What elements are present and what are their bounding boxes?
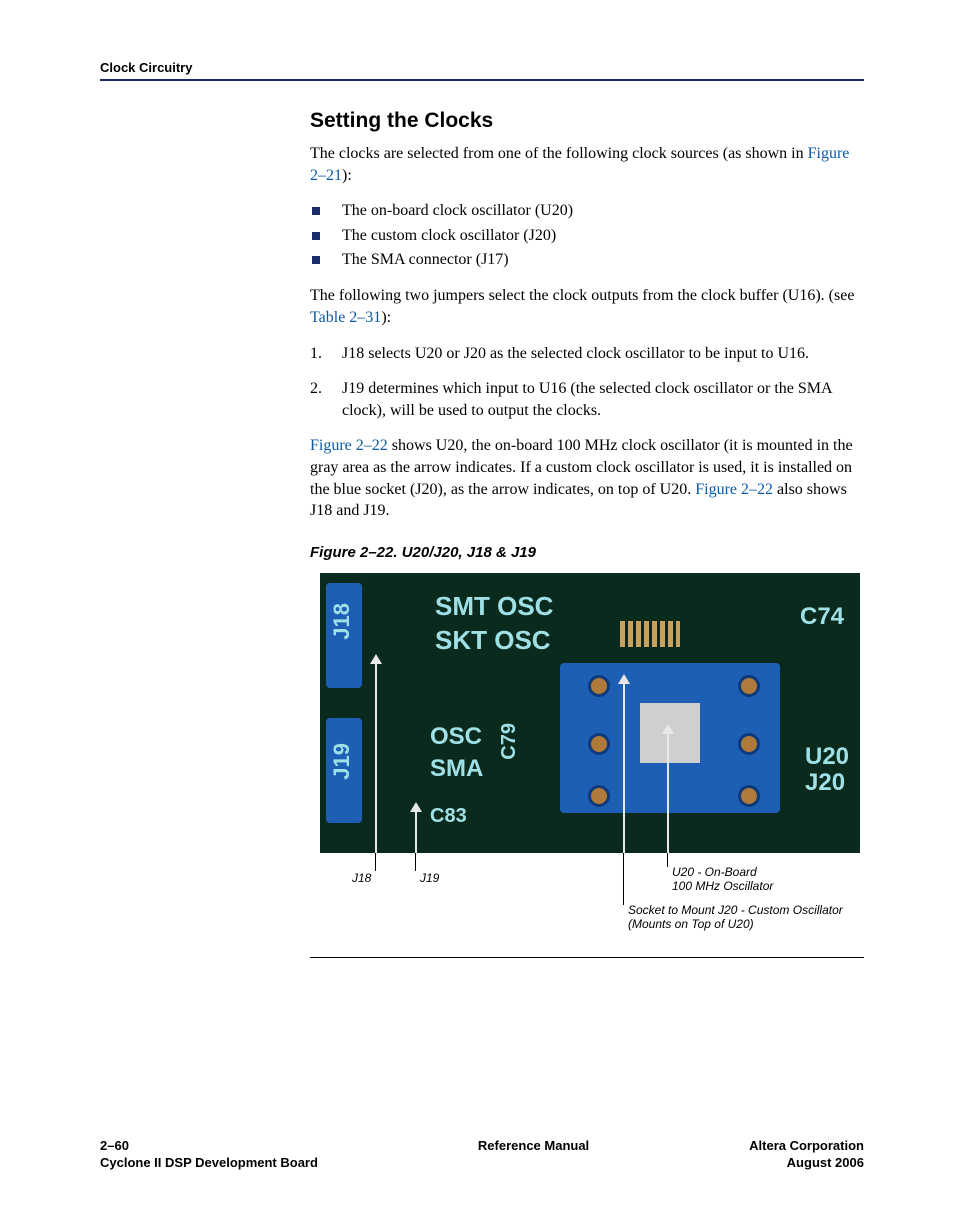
link-figure-2-22-b[interactable]: Figure 2–22 [695, 481, 773, 498]
silk-c83: C83 [430, 805, 467, 828]
silk-j20: J20 [805, 769, 845, 797]
figure-callouts: J18 J19 U20 - On-Board 100 MHz Oscillato… [320, 853, 860, 943]
silk-c79: C79 [498, 723, 521, 760]
pin-row [620, 621, 680, 647]
main-content: Setting the Clocks The clocks are select… [310, 109, 864, 958]
figure-2-22: J18 J19 SMT OSC SKT OSC OSC SMA C79 C83 … [310, 573, 864, 958]
clock-sources-list: The on-board clock oscillator (U20) The … [310, 200, 864, 271]
board-photo: J18 J19 SMT OSC SKT OSC OSC SMA C79 C83 … [320, 573, 860, 853]
list-item: J18 selects U20 or J20 as the selected c… [310, 343, 864, 365]
arrow-socket [623, 683, 625, 853]
list-item: The on-board clock oscillator (U20) [310, 200, 864, 222]
arrow-u20 [667, 733, 669, 853]
footer-center-label: Reference Manual [478, 1138, 589, 1153]
page-footer: 2–60 Cyclone II DSP Development Board Re… [100, 1137, 864, 1172]
footer-company: Altera Corporation [749, 1138, 864, 1153]
list-item: The custom clock oscillator (J20) [310, 225, 864, 247]
silk-smt-osc: SMT OSC [435, 591, 553, 622]
silk-skt-osc: SKT OSC [435, 625, 551, 656]
silk-sma: SMA [430, 755, 483, 783]
silk-u20: U20 [805, 743, 849, 771]
footer-left: 2–60 Cyclone II DSP Development Board [100, 1137, 318, 1172]
header-section: Clock Circuitry [100, 60, 192, 75]
list-item: J19 determines which input to U16 (the s… [310, 378, 864, 421]
footer-date: August 2006 [787, 1155, 864, 1170]
callout-line [667, 853, 668, 867]
list-item: The SMA connector (J17) [310, 249, 864, 271]
footer-center: Reference Manual [478, 1137, 589, 1172]
callout-j18: J18 [352, 871, 371, 885]
footer-product: Cyclone II DSP Development Board [100, 1155, 318, 1170]
pad [588, 785, 610, 807]
jumper-text-a: The following two jumpers select the clo… [310, 287, 854, 304]
intro-text-b: ): [342, 167, 352, 184]
pad [738, 785, 760, 807]
callout-line [375, 853, 376, 871]
callout-line [415, 853, 416, 871]
section-title: Setting the Clocks [310, 109, 864, 133]
pad [588, 733, 610, 755]
callout-u20-b: 100 MHz Oscillator [672, 879, 773, 893]
callout-sock-b: (Mounts on Top of U20) [628, 917, 754, 931]
arrow-j19 [415, 811, 417, 853]
link-figure-2-22-a[interactable]: Figure 2–22 [310, 437, 388, 454]
footer-right: Altera Corporation August 2006 [749, 1137, 864, 1172]
callout-sock-a: Socket to Mount J20 - Custom Oscillator [628, 903, 843, 917]
callout-j19: J19 [420, 871, 439, 885]
callout-u20-a: U20 - On-Board [672, 865, 757, 879]
silk-c74: C74 [800, 603, 844, 631]
figure-caption: Figure 2–22. U20/J20, J18 & J19 [310, 544, 864, 561]
pad [738, 733, 760, 755]
callout-line [623, 853, 624, 905]
silk-j18: J18 [329, 603, 355, 640]
footer-page: 2–60 [100, 1138, 129, 1153]
pad [738, 675, 760, 697]
link-table-2-31[interactable]: Table 2–31 [310, 309, 381, 326]
jumper-text-b: ): [381, 309, 391, 326]
intro-text-a: The clocks are selected from one of the … [310, 145, 808, 162]
pad [588, 675, 610, 697]
intro-paragraph: The clocks are selected from one of the … [310, 143, 864, 186]
silk-osc: OSC [430, 723, 482, 751]
jumper-list: J18 selects U20 or J20 as the selected c… [310, 343, 864, 422]
page-header: Clock Circuitry [100, 60, 864, 81]
figure-description: Figure 2–22 shows U20, the on-board 100 … [310, 435, 864, 521]
jumper-paragraph: The following two jumpers select the clo… [310, 285, 864, 328]
silk-j19: J19 [329, 743, 355, 780]
arrow-j18 [375, 663, 377, 853]
